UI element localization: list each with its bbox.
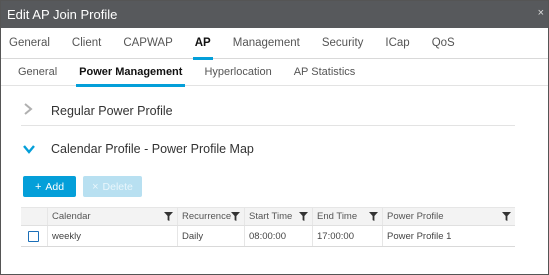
column-header-start-time[interactable]: Start Time	[245, 208, 313, 225]
filter-icon[interactable]	[164, 212, 173, 221]
tab-qos[interactable]: QoS	[432, 28, 455, 59]
filter-icon[interactable]	[299, 212, 308, 221]
calendar-profile-section[interactable]: Calendar Profile - Power Profile Map	[21, 134, 515, 164]
cell-calendar: weekly	[48, 226, 178, 246]
table-toolbar: + Add × Delete	[23, 176, 142, 197]
select-column-header	[21, 208, 48, 225]
row-checkbox[interactable]	[28, 230, 39, 242]
row-select-cell	[21, 226, 48, 246]
column-header-recurrence[interactable]: Recurrence	[178, 208, 245, 225]
add-button[interactable]: + Add	[23, 176, 76, 197]
section-title: Regular Power Profile	[51, 103, 173, 118]
plus-icon: +	[34, 180, 42, 193]
main-tabs: General Client CAPWAP AP Management Secu…	[1, 28, 548, 60]
dialog-titlebar: Edit AP Join Profile ×	[1, 1, 548, 28]
regular-power-profile-section[interactable]: Regular Power Profile	[21, 96, 515, 126]
tab-icap[interactable]: ICap	[385, 28, 409, 59]
column-header-calendar[interactable]: Calendar	[48, 208, 178, 225]
dialog-title: Edit AP Join Profile	[7, 7, 118, 22]
tab-general[interactable]: General	[9, 28, 50, 59]
filter-icon[interactable]	[231, 212, 240, 221]
edit-ap-join-profile-dialog: Edit AP Join Profile × General Client CA…	[0, 0, 549, 275]
filter-icon[interactable]	[502, 212, 511, 221]
calendar-profile-table: Calendar Recurrence Start Time End Time …	[21, 207, 515, 247]
tab-security[interactable]: Security	[322, 28, 364, 59]
tab-management[interactable]: Management	[233, 28, 300, 59]
subtab-general[interactable]: General	[18, 59, 57, 86]
subtab-ap-statistics[interactable]: AP Statistics	[294, 59, 356, 86]
cell-recurrence: Daily	[178, 226, 245, 246]
delete-label: Delete	[102, 180, 133, 193]
subtab-hyperlocation[interactable]: Hyperlocation	[204, 59, 271, 86]
tab-ap[interactable]: AP	[192, 28, 213, 60]
table-header: Calendar Recurrence Start Time End Time …	[21, 207, 515, 226]
cell-start-time: 08:00:00	[245, 226, 313, 246]
close-icon[interactable]: ×	[538, 8, 544, 19]
tab-client[interactable]: Client	[72, 28, 101, 59]
subtab-power-management[interactable]: Power Management	[76, 59, 186, 87]
cell-power-profile: Power Profile 1	[387, 230, 452, 242]
add-label: Add	[45, 180, 65, 193]
column-header-power-profile[interactable]: Power Profile	[383, 208, 515, 225]
filter-icon[interactable]	[369, 212, 378, 221]
cell-end-time: 17:00:00	[313, 226, 383, 246]
delete-button[interactable]: × Delete	[83, 176, 142, 197]
table-row[interactable]: weekly Daily 08:00:00 17:00:00 Power Pro…	[21, 226, 515, 246]
section-title: Calendar Profile - Power Profile Map	[51, 142, 254, 156]
column-header-end-time[interactable]: End Time	[313, 208, 383, 225]
chevron-down-icon	[23, 141, 37, 157]
sub-tabs: General Power Management Hyperlocation A…	[1, 59, 548, 87]
chevron-right-icon	[23, 102, 37, 119]
tab-capwap[interactable]: CAPWAP	[123, 28, 172, 59]
close-icon: ×	[92, 180, 99, 193]
